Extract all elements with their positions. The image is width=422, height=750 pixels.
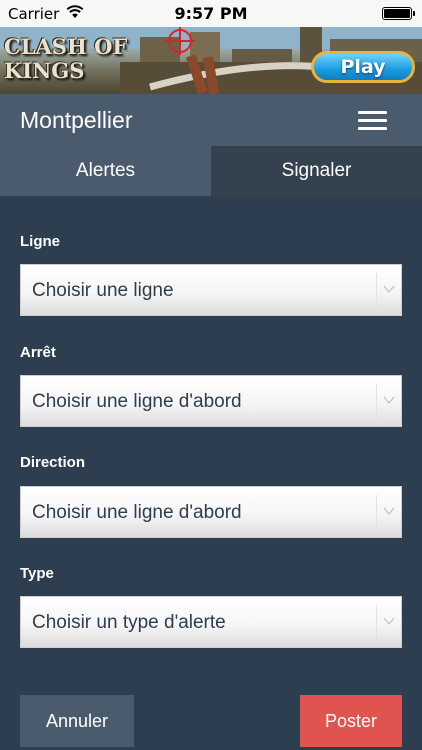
select-divider: [376, 384, 377, 418]
clock: 9:57 PM: [174, 4, 248, 23]
ad-logo-line2: KINGS: [4, 58, 85, 83]
chevron-down-icon: [383, 617, 395, 625]
direction-label: Direction: [20, 454, 86, 471]
post-button[interactable]: Poster: [300, 695, 402, 747]
type-label: Type: [20, 565, 54, 582]
tab-signaler[interactable]: Signaler: [211, 146, 422, 196]
header-bar: Montpellier: [0, 94, 422, 146]
city-title: Montpellier: [20, 107, 133, 133]
chevron-down-icon: [383, 396, 395, 404]
chevron-down-icon: [383, 285, 395, 293]
ligne-select[interactable]: Choisir une ligne: [20, 264, 402, 316]
cancel-button[interactable]: Annuler: [20, 695, 134, 747]
hamburger-menu-icon[interactable]: [356, 106, 390, 134]
select-divider: [376, 605, 377, 639]
direction-select[interactable]: Choisir une ligne d'abord: [20, 486, 402, 538]
ad-logo: CLASH OF KINGS: [4, 35, 134, 89]
ligne-label: Ligne: [20, 233, 60, 250]
tab-alertes[interactable]: Alertes: [0, 146, 211, 196]
arret-select[interactable]: Choisir une ligne d'abord: [20, 375, 402, 427]
direction-select-value: Choisir une ligne d'abord: [32, 502, 242, 523]
battery-icon: [382, 7, 415, 20]
type-select[interactable]: Choisir un type d'alerte: [20, 596, 402, 648]
arret-label: Arrêt: [20, 344, 56, 361]
ad-banner[interactable]: CLASH OF KINGS Play: [0, 27, 422, 94]
chevron-down-icon: [383, 507, 395, 515]
type-select-value: Choisir un type d'alerte: [32, 612, 226, 633]
status-bar: Carrier 9:57 PM: [0, 0, 422, 27]
arret-select-value: Choisir une ligne d'abord: [32, 391, 242, 412]
ad-logo-line1: CLASH OF: [4, 34, 128, 59]
tab-bar: Alertes Signaler: [0, 146, 422, 196]
ligne-select-value: Choisir une ligne: [32, 280, 174, 301]
ad-play-button[interactable]: Play: [311, 51, 415, 83]
select-divider: [376, 273, 377, 307]
select-divider: [376, 495, 377, 529]
